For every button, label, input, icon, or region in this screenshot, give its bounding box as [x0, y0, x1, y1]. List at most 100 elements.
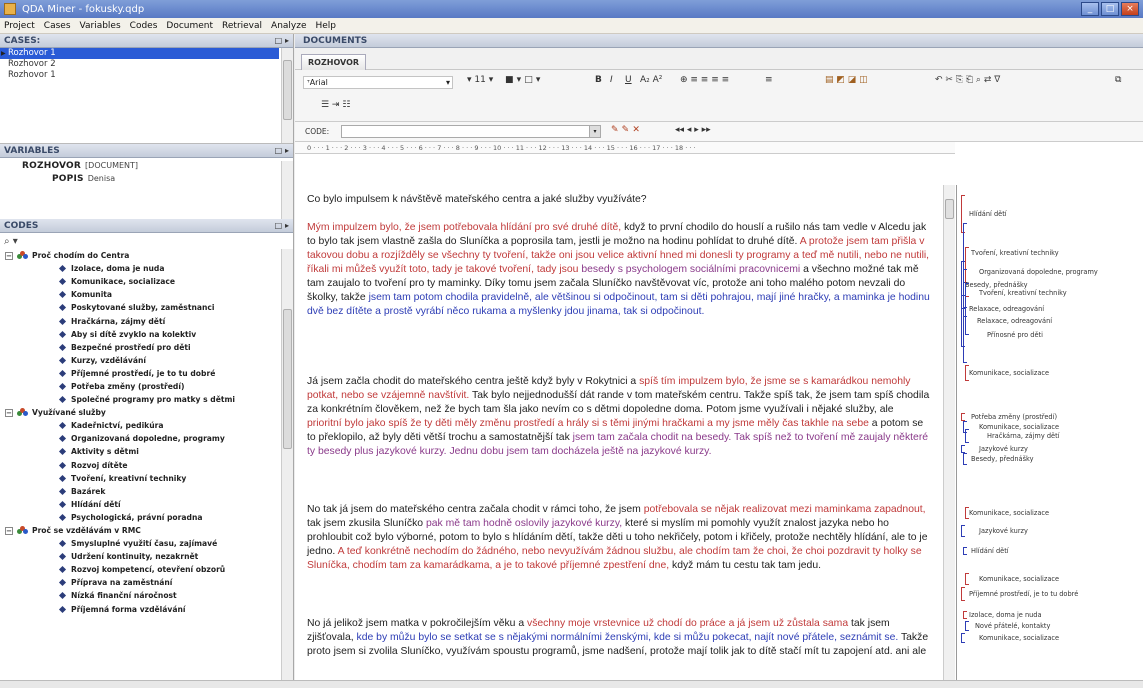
code-item[interactable]: Hračkárna, zájmy dětí: [0, 314, 293, 327]
cases-scrollbar[interactable]: [281, 48, 293, 143]
code-item[interactable]: Psychologická, právní poradna: [0, 511, 293, 524]
code-item[interactable]: Komunikace, socializace: [0, 275, 293, 288]
code-item[interactable]: Izolace, doma je nuda: [0, 262, 293, 275]
code-item[interactable]: Aby si dítě zvyklo na kolektiv: [0, 328, 293, 341]
code-item[interactable]: Aktivity s dětmi: [0, 445, 293, 458]
menu-analyze[interactable]: Analyze: [271, 21, 306, 31]
code-annotation[interactable]: Jazykové kurzy: [979, 445, 1028, 453]
code-bracket[interactable]: [961, 587, 965, 601]
code-bracket[interactable]: [963, 453, 967, 465]
pin-icon[interactable]: □ ▸: [275, 221, 289, 230]
code-annotation[interactable]: Hlídání dětí: [969, 210, 1007, 218]
case-item[interactable]: Rozhovor 1: [0, 48, 279, 59]
menu-document[interactable]: Document: [166, 21, 213, 31]
code-annotation[interactable]: Potřeba změny (prostředí): [971, 413, 1057, 421]
chevron-down-icon[interactable]: ▾: [589, 126, 600, 137]
code-annotation[interactable]: Besedy, přednášky: [971, 455, 1034, 463]
code-item[interactable]: Hlídání dětí: [0, 498, 293, 511]
minimize-button[interactable]: _: [1081, 2, 1099, 16]
menu-help[interactable]: Help: [316, 21, 337, 31]
menu-variables[interactable]: Variables: [80, 21, 121, 31]
code-annotation[interactable]: Nové přátelé, kontakty: [975, 622, 1050, 630]
codes-scrollbar[interactable]: [281, 249, 293, 688]
code-item[interactable]: Udržení kontinuity, nezakrnět: [0, 550, 293, 563]
variables-scrollbar[interactable]: [281, 161, 293, 219]
code-bracket[interactable]: [961, 413, 965, 421]
font-size-select[interactable]: ▾ 11 ▾: [467, 75, 493, 85]
code-annotation[interactable]: Přínosné pro děti: [987, 331, 1043, 339]
underline-icon[interactable]: U: [625, 75, 632, 85]
case-item[interactable]: Rozhovor 2: [0, 59, 293, 70]
code-item[interactable]: Příprava na zaměstnání: [0, 576, 293, 589]
nav-arrows-icon[interactable]: ◂◂ ◂ ▸ ▸▸: [675, 125, 711, 135]
code-annotation[interactable]: Komunikace, socializace: [979, 575, 1059, 583]
code-annotation[interactable]: Komunikace, socializace: [979, 423, 1059, 431]
font-select[interactable]: ᵀArial ▾: [303, 76, 453, 89]
code-bracket[interactable]: [963, 547, 967, 555]
code-annotation[interactable]: Komunikace, socializace: [979, 634, 1059, 642]
code-item[interactable]: Kurzy, vzdělávání: [0, 354, 293, 367]
code-item[interactable]: Rozvoj dítěte: [0, 459, 293, 472]
code-bracket[interactable]: [961, 525, 965, 537]
code-annotation[interactable]: Organizovaná dopoledne, programy: [979, 268, 1098, 276]
code-item[interactable]: Příjemné prostředí, je to tu dobré: [0, 367, 293, 380]
variable-row[interactable]: POPIS Denisa: [52, 174, 293, 184]
menu-cases[interactable]: Cases: [44, 21, 71, 31]
code-bracket[interactable]: [963, 307, 967, 363]
maximize-button[interactable]: □: [1101, 2, 1119, 16]
code-item[interactable]: Organizovaná dopoledne, programy: [0, 432, 293, 445]
code-annotation[interactable]: Tvoření, kreativní techniky: [979, 289, 1067, 297]
tab-rozhovor[interactable]: ROZHOVOR: [301, 54, 367, 70]
code-item[interactable]: Smysluplné využití času, zajímavé: [0, 537, 293, 550]
subscript-icon[interactable]: A₂ A²: [640, 75, 662, 85]
text-color-icon[interactable]: ■ ▾ □ ▾: [505, 75, 540, 85]
undo-icon[interactable]: ↶ ✂ ⎘ ⎗ ⌕ ⇄ ∇: [935, 75, 1000, 85]
code-annotation[interactable]: Hlídání dětí: [971, 547, 1009, 555]
pin-icon[interactable]: □ ▸: [275, 146, 289, 155]
code-annotation[interactable]: Příjemné prostředí, je to tu dobré: [969, 590, 1078, 598]
variable-row[interactable]: ROZHOVOR [DOCUMENT]: [22, 161, 293, 171]
code-annotation[interactable]: Relaxace, odreagování: [969, 305, 1044, 313]
align-justify-icon[interactable]: ≡: [765, 75, 773, 85]
code-item[interactable]: Bezpečné prostředí pro děti: [0, 341, 293, 354]
document-text[interactable]: Co bylo impulsem k návštěvě mateřského c…: [295, 185, 943, 688]
code-group[interactable]: − Využívané služby: [0, 406, 293, 419]
code-group[interactable]: − Proč se vzdělávám v RMC: [0, 524, 293, 537]
code-item[interactable]: Rozvoj kompetencí, otevření obzorů: [0, 563, 293, 576]
code-tools-icon[interactable]: ✎ ✎ ✕: [611, 125, 640, 135]
align-icon[interactable]: ⊕ ≡ ≡ ≡ ≡: [680, 75, 729, 85]
code-annotation[interactable]: Hračkárna, zájmy dětí: [987, 432, 1060, 440]
code-annotation[interactable]: Besedy, přednášky: [965, 281, 1028, 289]
pin-icon[interactable]: □ ▸: [275, 36, 289, 45]
code-annotation[interactable]: Jazykové kurzy: [979, 527, 1028, 535]
menu-retrieval[interactable]: Retrieval: [222, 21, 262, 31]
codes-search-icon[interactable]: ⌕ ▾: [0, 233, 293, 249]
code-bracket[interactable]: [965, 573, 969, 585]
code-input[interactable]: ▾: [341, 125, 601, 138]
collapse-icon[interactable]: −: [5, 251, 13, 260]
code-bracket[interactable]: [965, 429, 969, 443]
italic-icon[interactable]: I: [610, 75, 613, 85]
code-item[interactable]: Komunita: [0, 288, 293, 301]
menu-codes[interactable]: Codes: [130, 21, 158, 31]
code-item[interactable]: Bazárek: [0, 485, 293, 498]
code-annotation[interactable]: Relaxace, odreagování: [977, 317, 1052, 325]
bold-icon[interactable]: B: [595, 75, 602, 85]
menu-project[interactable]: Project: [4, 21, 35, 31]
collapse-icon[interactable]: −: [5, 526, 13, 535]
code-annotation[interactable]: Izolace, doma je nuda: [969, 611, 1042, 619]
code-group[interactable]: − Proč chodím do Centra: [0, 249, 293, 262]
code-item[interactable]: Tvoření, kreativní techniky: [0, 472, 293, 485]
case-item[interactable]: Rozhovor 1: [0, 70, 293, 81]
code-item[interactable]: Kadeřnictví, pedikúra: [0, 419, 293, 432]
code-item[interactable]: Potřeba změny (prostředí): [0, 380, 293, 393]
code-bracket[interactable]: [963, 611, 967, 619]
code-annotation[interactable]: Tvoření, kreativní techniky: [971, 249, 1059, 257]
code-bracket[interactable]: [961, 445, 965, 453]
code-item[interactable]: Nízká finanční náročnost: [0, 589, 293, 602]
document-scrollbar[interactable]: [943, 185, 955, 688]
code-annotation[interactable]: Komunikace, socializace: [969, 509, 1049, 517]
open-icon[interactable]: ▤ ◩ ◪ ◫: [825, 75, 868, 85]
float-icon[interactable]: ⧉: [1115, 75, 1121, 85]
code-item[interactable]: Společné programy pro matky s dětmi: [0, 393, 293, 406]
